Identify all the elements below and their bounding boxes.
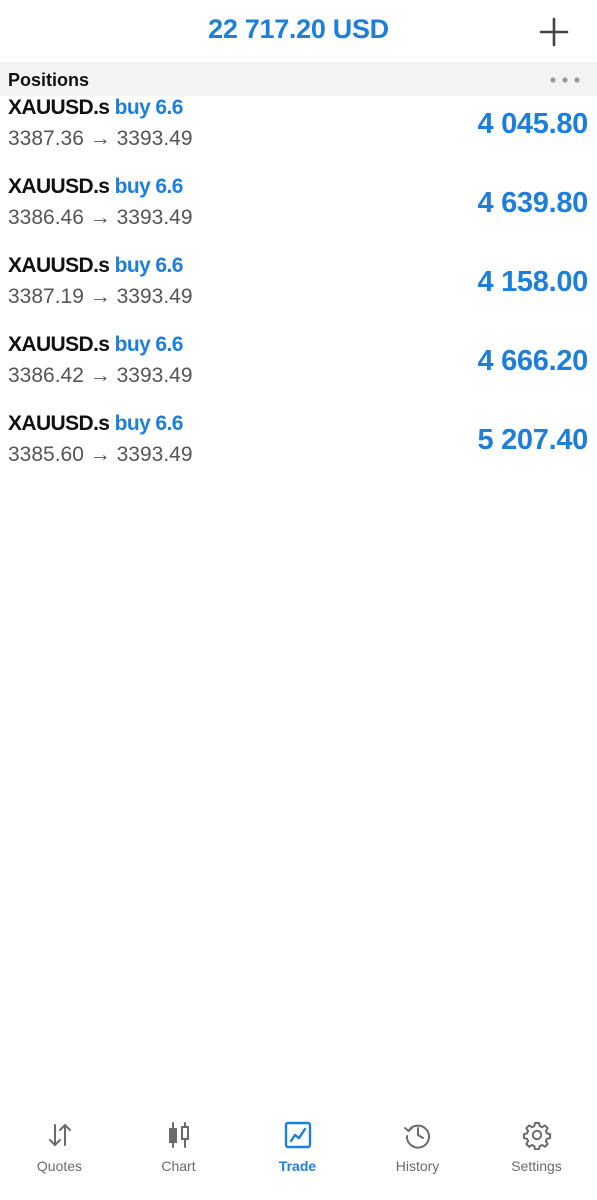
more-dots-icon[interactable] xyxy=(549,76,581,84)
position-row[interactable]: XAUUSD.s buy 6.6 3387.36 → 3393.49 4 045… xyxy=(0,96,597,174)
arrow-icon: → xyxy=(89,127,111,150)
arrow-icon: → xyxy=(89,285,111,308)
position-symbol: XAUUSD.s xyxy=(8,96,110,119)
open-price: 3385.60 xyxy=(8,443,84,466)
position-row[interactable]: XAUUSD.s buy 6.6 3386.42 → 3393.49 4 666… xyxy=(0,333,597,411)
tab-label: Chart xyxy=(161,1158,196,1174)
open-price: 3386.42 xyxy=(8,364,84,387)
arrow-icon: → xyxy=(89,443,111,466)
current-price: 3393.49 xyxy=(116,443,193,466)
positions-section-header: Positions xyxy=(0,62,597,96)
position-side-volume: buy 6.6 xyxy=(114,254,184,277)
account-balance: 22 717.20 USD xyxy=(208,14,389,44)
trade-line-chart-icon xyxy=(284,1121,311,1149)
position-profit: 4 666.20 xyxy=(477,345,589,377)
current-price: 3393.49 xyxy=(116,206,193,229)
quotes-arrows-icon xyxy=(48,1124,71,1146)
open-price: 3387.36 xyxy=(8,127,84,150)
position-side-volume: buy 6.6 xyxy=(114,175,184,198)
arrow-icon: → xyxy=(89,206,111,229)
plus-icon[interactable] xyxy=(536,14,572,50)
tab-chart[interactable]: Chart xyxy=(119,1110,238,1200)
history-clock-icon xyxy=(403,1124,430,1149)
tab-label: Quotes xyxy=(36,1158,83,1174)
arrow-icon: → xyxy=(89,364,111,387)
position-side-volume: buy 6.6 xyxy=(114,412,184,435)
position-side-volume: buy 6.6 xyxy=(114,333,184,356)
position-profit: 4 045.80 xyxy=(477,108,589,140)
tab-history[interactable]: History xyxy=(358,1110,477,1200)
position-symbol: XAUUSD.s xyxy=(8,333,110,356)
candlestick-chart-icon xyxy=(168,1122,189,1148)
current-price: 3393.49 xyxy=(116,127,193,150)
position-row[interactable]: XAUUSD.s buy 6.6 3387.19 → 3393.49 4 158… xyxy=(0,254,597,332)
top-header: 22 717.20 USD xyxy=(0,0,597,62)
position-row[interactable]: XAUUSD.s buy 6.6 3386.46 → 3393.49 4 639… xyxy=(0,175,597,253)
tab-trade[interactable]: Trade xyxy=(238,1110,357,1200)
position-profit: 4 639.80 xyxy=(477,187,589,219)
bottom-tab-bar: Quotes Chart Trade History Settings xyxy=(0,1110,597,1200)
position-symbol: XAUUSD.s xyxy=(8,254,110,277)
current-price: 3393.49 xyxy=(116,285,193,308)
open-price: 3386.46 xyxy=(8,206,84,229)
position-row[interactable]: XAUUSD.s buy 6.6 3385.60 → 3393.49 5 207… xyxy=(0,412,597,490)
tab-label: Trade xyxy=(278,1158,317,1174)
tab-quotes[interactable]: Quotes xyxy=(0,1110,119,1200)
tab-settings[interactable]: Settings xyxy=(477,1110,596,1200)
tab-label: History xyxy=(395,1158,440,1174)
section-title: Positions xyxy=(8,70,90,90)
tab-label: Settings xyxy=(511,1158,562,1174)
position-profit: 5 207.40 xyxy=(477,424,589,456)
position-symbol: XAUUSD.s xyxy=(8,412,110,435)
gear-icon xyxy=(522,1122,551,1150)
position-side-volume: buy 6.6 xyxy=(114,96,184,119)
open-price: 3387.19 xyxy=(8,285,84,308)
current-price: 3393.49 xyxy=(116,364,193,387)
position-profit: 4 158.00 xyxy=(477,266,589,298)
position-symbol: XAUUSD.s xyxy=(8,175,110,198)
